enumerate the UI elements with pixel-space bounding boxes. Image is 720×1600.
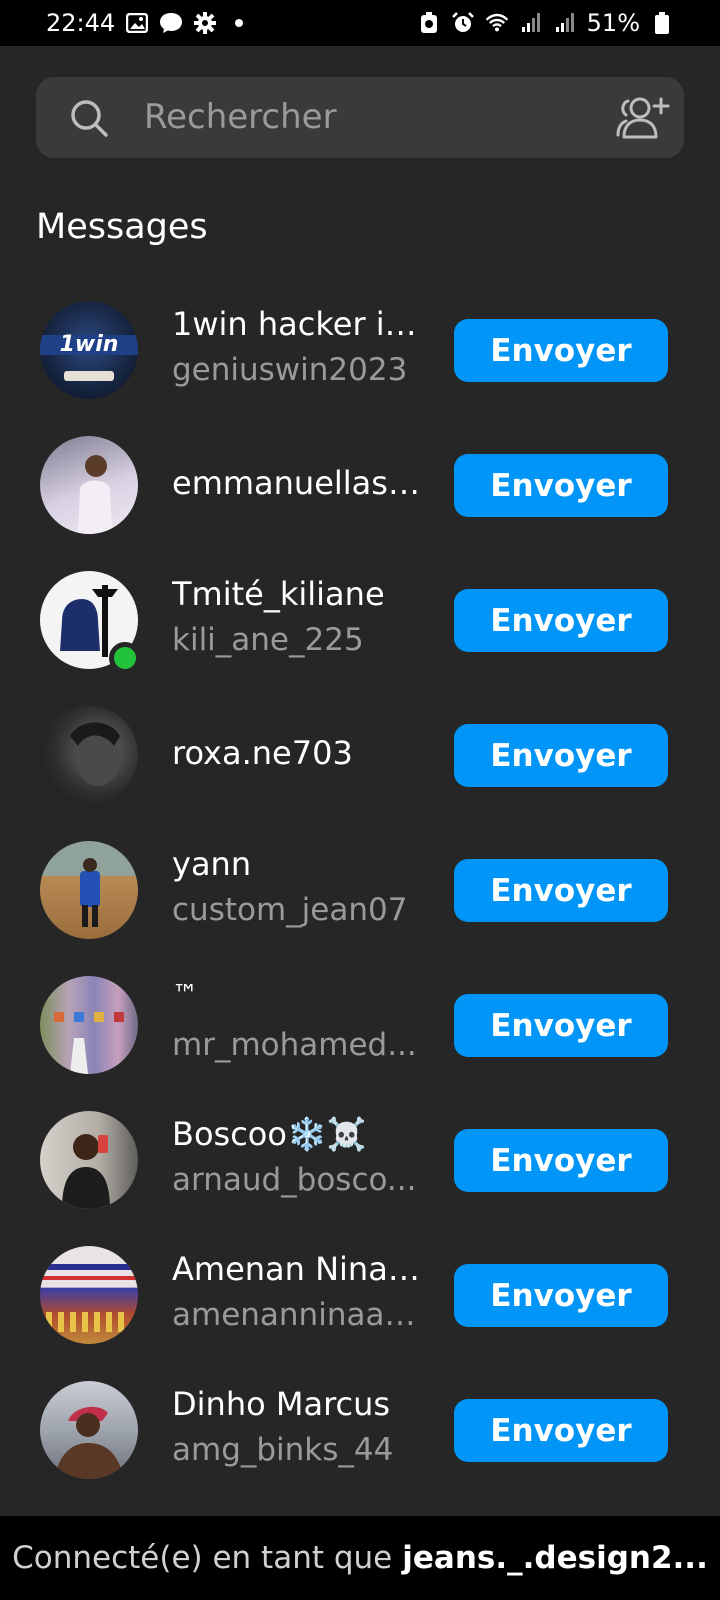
- contact-name: Dinho Marcus: [172, 1385, 391, 1423]
- contact-row[interactable]: Dinho Marcus amg_binks_44 Envoyer: [0, 1362, 720, 1497]
- contact-handle: mr_mohamed...: [172, 1027, 417, 1063]
- signal-2-icon: [553, 11, 577, 35]
- contact-text: Boscoo❄️☠️ arnaud_bosco...: [172, 1092, 428, 1227]
- footer-username: jeans._.design2...: [402, 1540, 708, 1576]
- settings-gear-icon: [193, 11, 217, 35]
- signal-1-icon: [519, 11, 543, 35]
- contact-handle: arnaud_bosco...: [172, 1162, 417, 1198]
- send-button[interactable]: Envoyer: [454, 859, 668, 922]
- search-input[interactable]: Rechercher: [144, 77, 337, 158]
- chat-bubble-icon: [159, 11, 183, 35]
- send-button[interactable]: Envoyer: [454, 454, 668, 517]
- contact-handle: geniuswin2023: [172, 352, 408, 388]
- avatar[interactable]: [40, 841, 138, 939]
- contact-row[interactable]: yann custom_jean07 Envoyer: [0, 822, 720, 957]
- send-button[interactable]: Envoyer: [454, 724, 668, 787]
- battery-icon: [650, 11, 674, 35]
- contact-name: 1win hacker iv...: [172, 305, 428, 343]
- contact-row[interactable]: ™ mr_mohamed... Envoyer: [0, 957, 720, 1092]
- send-button[interactable]: Envoyer: [454, 1264, 668, 1327]
- status-left: 22:44: [46, 9, 244, 37]
- contact-name: Boscoo❄️☠️: [172, 1115, 367, 1153]
- status-bar: 22:44 51%: [0, 0, 720, 46]
- contact-text: ™ mr_mohamed...: [172, 957, 428, 1092]
- contact-text: Dinho Marcus amg_binks_44: [172, 1362, 428, 1497]
- contact-name: Tmité_kiliane: [172, 575, 385, 613]
- send-button[interactable]: Envoyer: [454, 1399, 668, 1462]
- send-button[interactable]: Envoyer: [454, 1129, 668, 1192]
- contact-row[interactable]: 1win 1win hacker iv... geniuswin2023 Env…: [0, 282, 720, 417]
- search-icon: [68, 97, 110, 139]
- logged-in-footer: Connecté(e) en tant que jeans._.design2.…: [0, 1516, 720, 1600]
- alarm-icon: [451, 11, 475, 35]
- footer-prefix: Connecté(e) en tant que: [12, 1540, 393, 1576]
- contact-name: Amenan Nina ...: [172, 1250, 428, 1288]
- wifi-icon: [485, 11, 509, 35]
- contact-row[interactable]: Boscoo❄️☠️ arnaud_bosco... Envoyer: [0, 1092, 720, 1227]
- contact-text: 1win hacker iv... geniuswin2023: [172, 282, 428, 417]
- online-status-indicator: [109, 642, 141, 674]
- gallery-icon: [125, 11, 149, 35]
- avatar[interactable]: [40, 1246, 138, 1344]
- contact-handle: amenanninaan...: [172, 1297, 428, 1333]
- send-button[interactable]: Envoyer: [454, 994, 668, 1057]
- avatar[interactable]: [40, 1381, 138, 1479]
- contact-row[interactable]: roxa.ne703 Envoyer: [0, 687, 720, 822]
- avatar[interactable]: [40, 1111, 138, 1209]
- avatar[interactable]: [40, 706, 138, 804]
- contact-name: yann: [172, 845, 252, 883]
- contact-list: 1win 1win hacker iv... geniuswin2023 Env…: [0, 282, 720, 1497]
- svg-text:1win: 1win: [60, 332, 119, 357]
- contact-handle: custom_jean07: [172, 892, 408, 928]
- avatar[interactable]: [40, 976, 138, 1074]
- search-bar[interactable]: Rechercher: [36, 77, 684, 158]
- battery-percent: 51%: [586, 9, 640, 37]
- send-button[interactable]: Envoyer: [454, 319, 668, 382]
- contact-text: Tmité_kiliane kili_ane_225: [172, 552, 428, 687]
- contact-row[interactable]: Tmité_kiliane kili_ane_225 Envoyer: [0, 552, 720, 687]
- contact-row[interactable]: emmanuellast... Envoyer: [0, 417, 720, 552]
- status-time: 22:44: [46, 9, 116, 37]
- send-button[interactable]: Envoyer: [454, 589, 668, 652]
- status-right: 51%: [417, 9, 674, 37]
- contact-handle: kili_ane_225: [172, 622, 364, 658]
- contact-name: roxa.ne703: [172, 734, 353, 772]
- notification-dot-icon: [235, 19, 244, 27]
- contact-text: yann custom_jean07: [172, 822, 428, 957]
- avatar[interactable]: 1win: [40, 301, 138, 399]
- contact-name: emmanuellast...: [172, 464, 428, 502]
- contact-text: roxa.ne703: [172, 687, 428, 822]
- contact-handle: amg_binks_44: [172, 1432, 394, 1468]
- add-people-icon[interactable]: [614, 95, 670, 141]
- section-title-messages: Messages: [36, 207, 208, 247]
- contact-row[interactable]: Amenan Nina ... amenanninaan... Envoyer: [0, 1227, 720, 1362]
- contact-text: emmanuellast...: [172, 417, 428, 552]
- data-saver-icon: [417, 11, 441, 35]
- avatar[interactable]: [40, 436, 138, 534]
- contact-text: Amenan Nina ... amenanninaan...: [172, 1227, 428, 1362]
- contact-name: ™: [172, 980, 198, 1010]
